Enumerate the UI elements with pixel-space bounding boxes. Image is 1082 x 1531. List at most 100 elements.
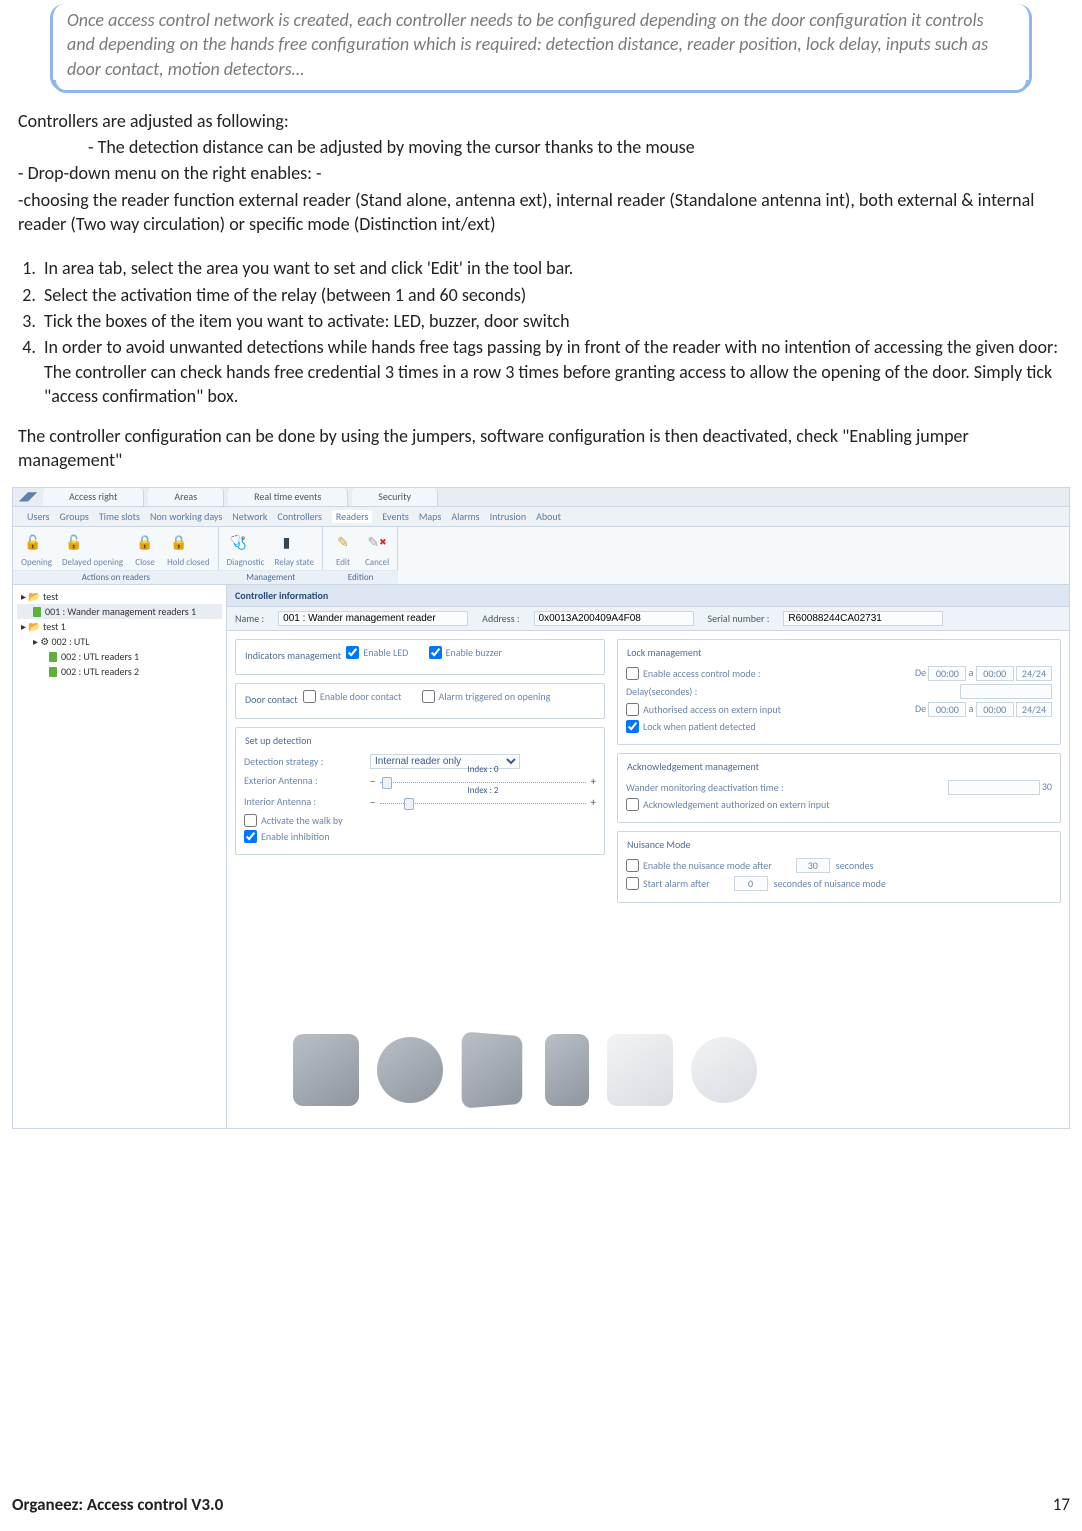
enable-access-control-checkbox[interactable]: Enable access control mode : [626, 667, 761, 680]
enable-door-contact-checkbox[interactable]: Enable door contact [303, 690, 401, 703]
tab-areas[interactable]: Areas [148, 488, 224, 506]
serial-field[interactable] [783, 611, 943, 626]
serial-label: Serial number : [708, 612, 770, 625]
auth-extern-input-checkbox[interactable]: Authorised access on extern input [626, 703, 781, 716]
menu-about[interactable]: About [536, 510, 561, 523]
opening-button[interactable]: 🔓Opening [21, 531, 52, 568]
enable-led-checkbox[interactable]: Enable LED [346, 646, 408, 659]
enable-nuisance-checkbox[interactable]: Enable the nuisance mode after [626, 859, 772, 872]
delayed-opening-button[interactable]: 🔓Delayed opening [62, 531, 123, 568]
tab-security[interactable]: Security [352, 488, 438, 506]
menu-intrusion[interactable]: Intrusion [490, 510, 527, 523]
tree-root[interactable]: ▸ 📂 test [17, 589, 222, 604]
bullet-dropdown: - Drop-down menu on the right enables: - [18, 161, 1064, 185]
deactivation-time-field[interactable] [948, 780, 1040, 795]
menu-non-working-days[interactable]: Non working days [150, 510, 222, 523]
edit-button[interactable]: ✎Edit [331, 531, 355, 568]
bullet-detection: - The detection distance can be adjusted… [18, 135, 1064, 159]
interior-antenna-label: Interior Antenna : [244, 795, 364, 808]
name-label: Name : [235, 612, 264, 625]
start-alarm-field[interactable]: 0 [734, 876, 768, 891]
deactivation-time-label: Wander monitoring deactivation time : [626, 781, 784, 794]
ribbon-group-edition: ✎Edit ✎✖Cancel Edition [323, 527, 398, 584]
device-icon [377, 1037, 443, 1103]
address-field[interactable] [534, 611, 694, 626]
delay-field[interactable] [960, 684, 1052, 699]
jumper-paragraph: The controller configuration can be done… [18, 424, 1064, 473]
ack-management-fieldset: Acknowledgement management Wander monito… [617, 753, 1061, 823]
close-button[interactable]: 🔒Close [133, 531, 157, 568]
time-mode-field[interactable]: 24/24 [1016, 666, 1052, 681]
tree-node-002[interactable]: ▸ ⚙ 002 : UTL [17, 634, 222, 649]
time-from-field[interactable]: 00:00 [928, 666, 966, 681]
page-footer: Organeez: Access control V3.0 17 [12, 1494, 1070, 1515]
device-images [293, 1034, 757, 1106]
tab-access-right[interactable]: Access right [43, 488, 144, 506]
steps-list: In area tab, select the area you want to… [18, 256, 1064, 408]
ribbon: 🔓Opening 🔓Delayed opening 🔒Close 🔒Hold c… [13, 526, 1069, 585]
menu-alarms[interactable]: Alarms [451, 510, 479, 523]
tab-real-time-events[interactable]: Real time events [228, 488, 348, 506]
ribbon-group-actions: 🔓Opening 🔓Delayed opening 🔒Close 🔒Hold c… [13, 527, 219, 584]
menu-network[interactable]: Network [232, 510, 267, 523]
hold-closed-button[interactable]: 🔒Hold closed [167, 531, 210, 568]
info-note: Once access control network is created, … [50, 4, 1032, 91]
door-contact-fieldset: Door contact Enable door contact Alarm t… [235, 683, 605, 719]
step-2: Select the activation time of the relay … [40, 283, 1064, 307]
cancel-button[interactable]: ✎✖Cancel [365, 531, 389, 568]
ack-extern-input-checkbox[interactable]: Acknowledgement authorized on extern inp… [626, 798, 830, 811]
indicators-fieldset: Indicators management Enable LED Enable … [235, 639, 605, 675]
activate-walkby-checkbox[interactable]: Activate the walk by [244, 814, 343, 827]
diagnostic-button[interactable]: 🩺Diagnostic [227, 531, 265, 568]
controller-info-title: Controller information [235, 589, 328, 602]
device-icon [691, 1037, 757, 1103]
lock-when-detected-checkbox[interactable]: Lock when patient detected [626, 720, 756, 733]
device-icon [462, 1031, 523, 1108]
enable-buzzer-checkbox[interactable]: Enable buzzer [429, 646, 502, 659]
time-range-2: De 00:00 a 00:00 24/24 [915, 702, 1052, 717]
step-1: In area tab, select the area you want to… [40, 256, 1064, 280]
menu-time-slots[interactable]: Time slots [99, 510, 140, 523]
app-top-tabs: ◢◤ Access right Areas Real time events S… [13, 488, 1069, 507]
name-field[interactable] [278, 611, 468, 626]
menu-groups[interactable]: Groups [60, 510, 89, 523]
time-to-field[interactable]: 00:00 [976, 666, 1014, 681]
device-icon [607, 1034, 673, 1106]
menu-readers[interactable]: Readers [332, 510, 372, 523]
lock-management-fieldset: Lock management Enable access control mo… [617, 639, 1061, 745]
tree-node-test1[interactable]: ▸ 📂 test 1 [17, 619, 222, 634]
alarm-triggered-checkbox[interactable]: Alarm triggered on opening [422, 690, 551, 703]
nuisance-after-field[interactable]: 30 [796, 858, 830, 873]
tree-node-002-r2[interactable]: 002 : UTL readers 2 [17, 664, 222, 679]
tree-node-001[interactable]: 001 : Wander management readers 1 [17, 604, 222, 619]
interior-antenna-slider[interactable]: −Index : 2 + [370, 795, 596, 809]
page-number: 17 [1053, 1494, 1070, 1515]
delay-label: Delay(secondes) : [626, 685, 697, 698]
controller-info-header: Controller information [227, 585, 1069, 607]
bullet-reader: -choosing the reader function external r… [18, 188, 1064, 237]
menu-users[interactable]: Users [27, 510, 50, 523]
menu-controllers[interactable]: Controllers [277, 510, 322, 523]
detection-strategy-label: Detection strategy : [244, 755, 364, 768]
exterior-antenna-label: Exterior Antenna : [244, 774, 364, 787]
tree-node-002-r1[interactable]: 002 : UTL readers 1 [17, 649, 222, 664]
ribbon-caption-edition: Edition [323, 570, 398, 584]
start-alarm-checkbox[interactable]: Start alarm after [626, 877, 710, 890]
setup-detection-fieldset: Set up detection Detection strategy : In… [235, 727, 605, 855]
reader-icon [49, 667, 57, 677]
device-icon [545, 1034, 589, 1106]
menu-events[interactable]: Events [382, 510, 408, 523]
menu-maps[interactable]: Maps [419, 510, 441, 523]
app-menu: Users Groups Time slots Non working days… [13, 507, 1069, 526]
nav-tree[interactable]: ▸ 📂 test 001 : Wander management readers… [13, 585, 227, 1129]
logo-icon: ◢◤ [19, 489, 37, 504]
step-4: In order to avoid unwanted detections wh… [40, 335, 1064, 408]
step-3: Tick the boxes of the item you want to a… [40, 309, 1064, 333]
ribbon-caption-actions: Actions on readers [13, 570, 219, 584]
ribbon-caption-management: Management [219, 570, 323, 584]
device-icon [293, 1034, 359, 1106]
enable-inhibition-checkbox[interactable]: Enable inhibition [244, 830, 329, 843]
app-screenshot: ◢◤ Access right Areas Real time events S… [12, 487, 1070, 1129]
relay-state-button[interactable]: ▮Relay state [275, 531, 314, 568]
time-range-1: De 00:00 a 00:00 24/24 [915, 666, 1052, 681]
